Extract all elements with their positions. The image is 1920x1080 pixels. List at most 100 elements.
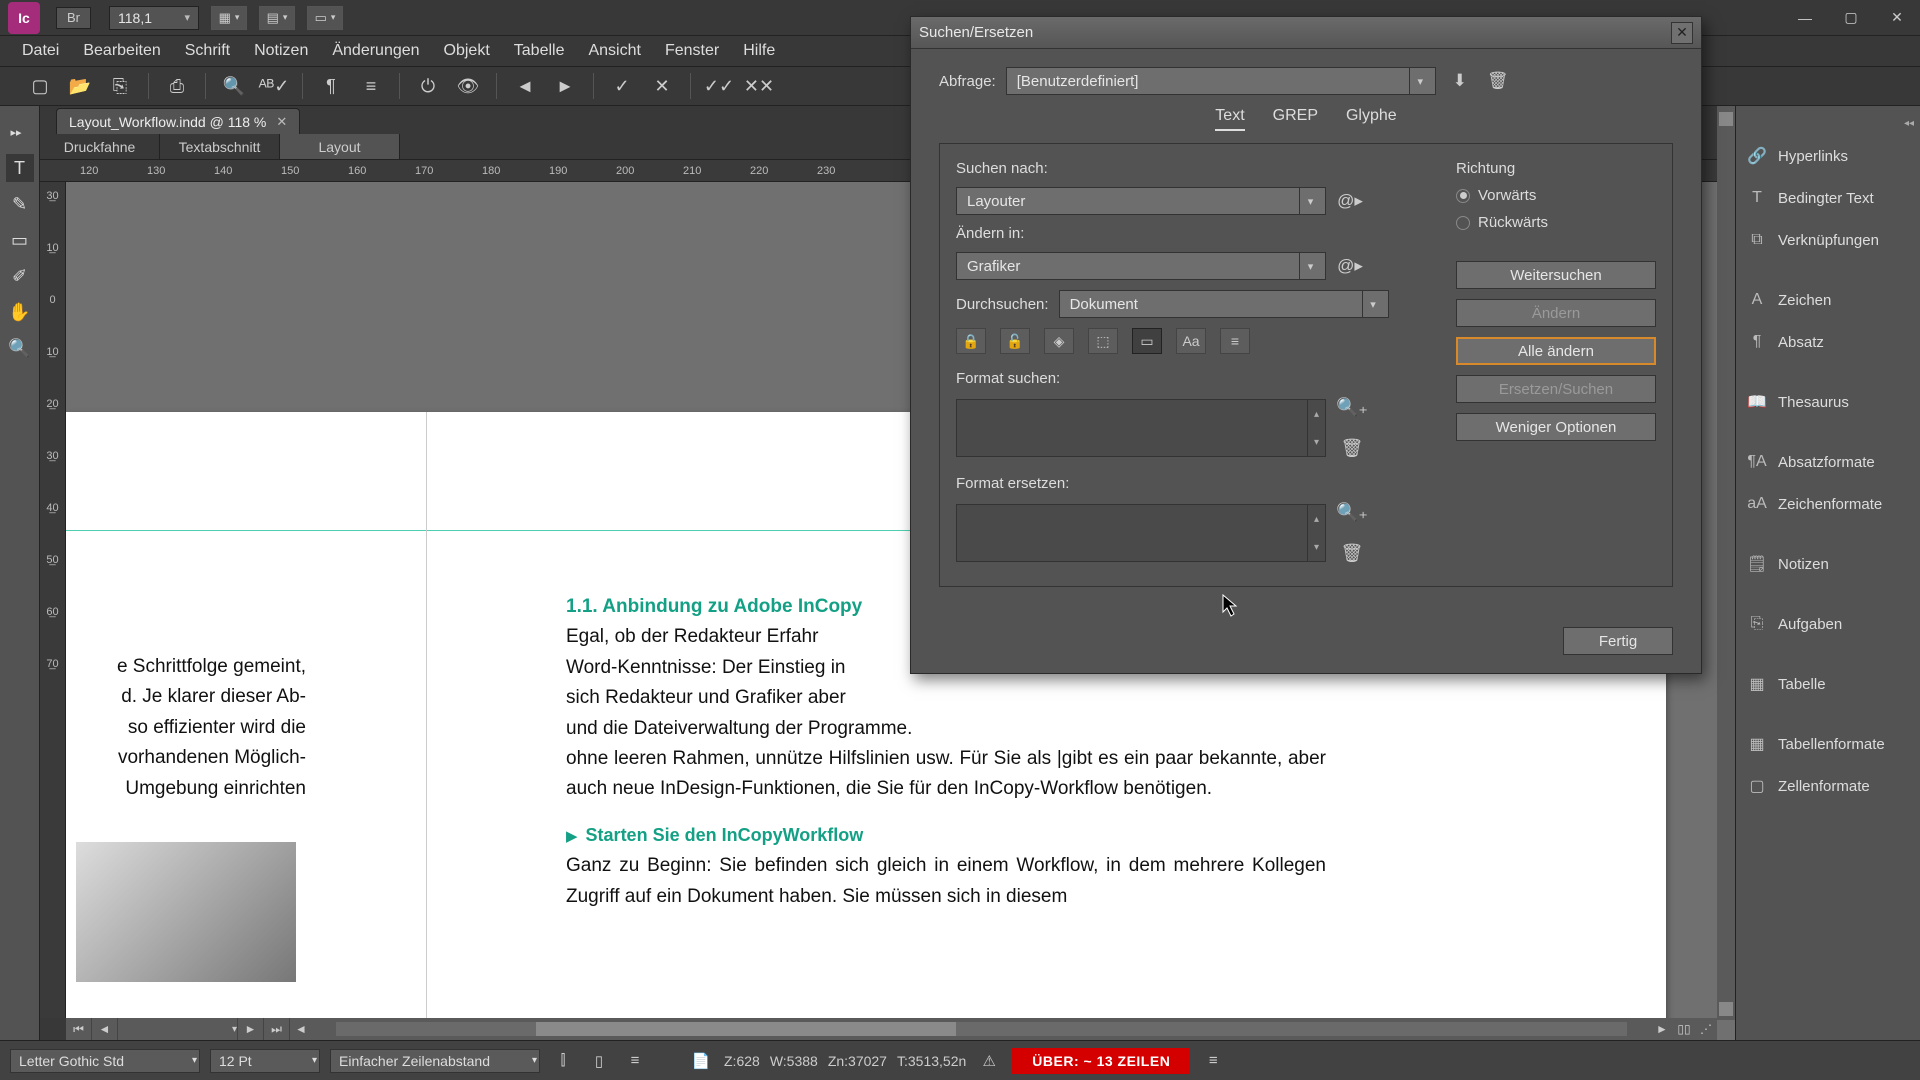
change-find-button[interactable]: Ersetzen/Suchen xyxy=(1456,375,1656,403)
master-pages-icon[interactable]: ⬚ xyxy=(1088,328,1118,354)
reject-icon[interactable]: ✕ xyxy=(642,71,682,101)
panel-cell-styles[interactable]: ▢Zellenformate xyxy=(1736,765,1920,807)
panel-assignments[interactable]: ⎘Aufgaben xyxy=(1736,603,1920,645)
special-char-replace-icon[interactable]: @▸ xyxy=(1336,252,1364,280)
dialog-title-bar[interactable]: Suchen/Ersetzen ✕ xyxy=(911,17,1701,49)
align-block-icon[interactable]: ▯ xyxy=(586,1049,612,1073)
hidden-layers-icon[interactable]: ◈ xyxy=(1044,328,1074,354)
panel-conditional-text[interactable]: TBedingter Text xyxy=(1736,177,1920,219)
save-icon[interactable]: ⎘ xyxy=(100,71,140,101)
power-icon[interactable]: ⏻ xyxy=(408,71,448,101)
fewer-options-button[interactable]: Weniger Optionen xyxy=(1456,413,1656,441)
preview-icon[interactable]: 👁 xyxy=(448,71,488,101)
find-input[interactable]: Layouter▾ xyxy=(956,187,1326,215)
radio-backward[interactable]: Rückwärts xyxy=(1456,214,1656,231)
align-left-icon[interactable]: ⫿ xyxy=(550,1049,576,1073)
minimize-button[interactable]: — xyxy=(1782,0,1828,36)
view-mode-icon-2[interactable]: ▤▾ xyxy=(259,6,295,30)
format-find-clear-icon[interactable]: 🗑 xyxy=(1341,438,1364,459)
open-icon[interactable]: 📂 xyxy=(60,71,100,101)
next-icon[interactable]: ► xyxy=(545,71,585,101)
change-all-button[interactable]: Alle ändern xyxy=(1456,337,1656,365)
spellcheck-icon[interactable]: ᴬᴮ✓ xyxy=(254,71,294,101)
close-tab-icon[interactable]: ✕ xyxy=(276,114,287,130)
menu-bearbeiten[interactable]: Bearbeiten xyxy=(71,38,172,64)
menu-icon[interactable]: ≡ xyxy=(1200,1049,1226,1073)
note-tool-icon[interactable]: ✎ xyxy=(6,190,34,218)
scope-combo[interactable]: Dokument▾ xyxy=(1059,290,1389,318)
scrollbar-vertical[interactable] xyxy=(1717,106,1735,1020)
format-replace-box[interactable]: ▴▾ xyxy=(956,504,1326,562)
hand-tool-icon[interactable]: ✋ xyxy=(6,298,34,326)
case-sensitive-icon[interactable]: Aa xyxy=(1176,328,1206,354)
menu-hilfe[interactable]: Hilfe xyxy=(731,38,787,64)
view-mode-icon-3[interactable]: ▭▾ xyxy=(307,6,343,30)
replace-input[interactable]: Grafiker▾ xyxy=(956,252,1326,280)
prev-icon[interactable]: ◄ xyxy=(505,71,545,101)
save-query-icon[interactable]: ⬇ xyxy=(1446,67,1474,95)
view-mode-icon-1[interactable]: ▦▾ xyxy=(211,6,247,30)
bridge-button[interactable]: Br xyxy=(56,7,91,29)
accept-all-icon[interactable]: ✓✓ xyxy=(699,71,739,101)
scroll-right-icon[interactable]: ► xyxy=(1651,1022,1673,1036)
tab-druckfahne[interactable]: Druckfahne xyxy=(40,134,160,159)
whole-word-icon[interactable]: ≡ xyxy=(1220,328,1250,354)
panel-char-styles[interactable]: aAZeichenformate xyxy=(1736,483,1920,525)
menu-schrift[interactable]: Schrift xyxy=(173,38,242,64)
delete-query-icon[interactable]: 🗑 xyxy=(1484,67,1512,95)
type-tool-icon[interactable]: T xyxy=(6,154,34,182)
next-page-icon[interactable]: ► xyxy=(238,1018,264,1040)
pilcrow-icon[interactable]: ¶ xyxy=(311,71,351,101)
collapse-dock-icon[interactable]: ◂◂ xyxy=(1904,118,1914,129)
tab-textabschnitt[interactable]: Textabschnitt xyxy=(160,134,280,159)
panel-paragraph[interactable]: ¶Absatz xyxy=(1736,321,1920,363)
locked-layers-icon[interactable]: 🔒 xyxy=(956,328,986,354)
prev-page-icon[interactable]: ◄ xyxy=(92,1018,118,1040)
list-icon[interactable]: ≡ xyxy=(351,71,391,101)
page-dropdown[interactable]: ▾ xyxy=(118,1018,238,1040)
scroll-left-icon[interactable]: ◄ xyxy=(290,1022,312,1036)
menu-fenster[interactable]: Fenster xyxy=(653,38,731,64)
split-view-icon[interactable]: ▯▯ xyxy=(1673,1022,1695,1036)
frame-tool-icon[interactable]: ▭ xyxy=(6,226,34,254)
zoom-tool-icon[interactable]: 🔍 xyxy=(6,334,34,362)
zoom-combo[interactable]: 118,1 ▾ xyxy=(109,6,199,30)
panel-notes[interactable]: 🗒Notizen xyxy=(1736,543,1920,585)
locked-stories-icon[interactable]: 🔓 xyxy=(1000,328,1030,354)
special-char-find-icon[interactable]: @▸ xyxy=(1336,187,1364,215)
justify-icon[interactable]: ≡ xyxy=(622,1049,648,1073)
format-replace-edit-icon[interactable]: 🔍₊ xyxy=(1336,502,1368,523)
panel-table[interactable]: ▦Tabelle xyxy=(1736,663,1920,705)
panel-hyperlinks[interactable]: 🔗Hyperlinks xyxy=(1736,135,1920,177)
change-button[interactable]: Ändern xyxy=(1456,299,1656,327)
menu-tabelle[interactable]: Tabelle xyxy=(502,38,577,64)
maximize-button[interactable]: ▢ xyxy=(1828,0,1874,36)
scrollbar-horizontal[interactable]: ⏮ ◄ ▾ ► ⏭ ◄ ► ▯▯ ⋰ xyxy=(66,1018,1717,1040)
abfrage-combo[interactable]: [Benutzerdefiniert]▾ xyxy=(1006,67,1436,95)
panel-thesaurus[interactable]: 📖Thesaurus xyxy=(1736,381,1920,423)
document-tab[interactable]: Layout_Workflow.indd @ 118 % ✕ xyxy=(56,108,300,134)
panel-para-styles[interactable]: ¶AAbsatzformate xyxy=(1736,441,1920,483)
tab-glyphe[interactable]: Glyphe xyxy=(1346,107,1397,131)
radio-forward[interactable]: Vorwärts xyxy=(1456,187,1656,204)
menu-notizen[interactable]: Notizen xyxy=(242,38,320,64)
first-page-icon[interactable]: ⏮ xyxy=(66,1018,92,1040)
panel-table-styles[interactable]: ▦Tabellenformate xyxy=(1736,723,1920,765)
panel-links[interactable]: ⧉Verknüpfungen xyxy=(1736,219,1920,261)
done-button[interactable]: Fertig xyxy=(1563,627,1673,655)
leading-combo[interactable]: Einfacher Zeilenabstand▾ xyxy=(330,1049,540,1073)
search-icon[interactable]: 🔍 xyxy=(214,71,254,101)
format-replace-clear-icon[interactable]: 🗑 xyxy=(1341,543,1364,564)
menu-ansicht[interactable]: Ansicht xyxy=(576,38,652,64)
footnotes-icon[interactable]: ▭ xyxy=(1132,328,1162,354)
print-icon[interactable]: ⎙ xyxy=(157,71,197,101)
size-combo[interactable]: 12 Pt▾ xyxy=(210,1049,320,1073)
accept-icon[interactable]: ✓ xyxy=(602,71,642,101)
menu-aenderungen[interactable]: Änderungen xyxy=(320,38,431,64)
format-find-box[interactable]: ▴▾ xyxy=(956,399,1326,457)
menu-objekt[interactable]: Objekt xyxy=(432,38,502,64)
last-page-icon[interactable]: ⏭ xyxy=(264,1018,290,1040)
font-combo[interactable]: Letter Gothic Std▾ xyxy=(10,1049,200,1073)
reject-all-icon[interactable]: ✕✕ xyxy=(739,71,779,101)
dialog-close-button[interactable]: ✕ xyxy=(1671,22,1693,44)
